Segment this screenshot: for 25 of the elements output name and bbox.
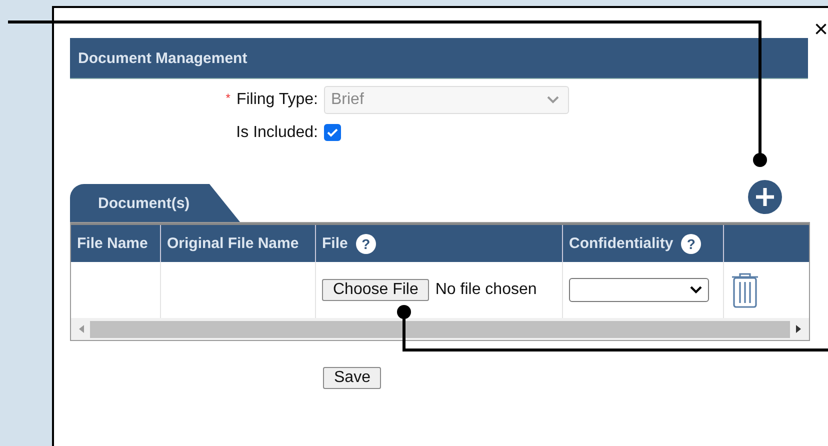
chevron-down-icon	[546, 94, 560, 104]
horizontal-scrollbar[interactable]	[71, 318, 809, 340]
is-included-label: Is Included:	[235, 124, 319, 142]
column-title: File	[322, 235, 348, 252]
help-icon[interactable]: ?	[356, 234, 376, 254]
file-status: No file chosen	[435, 281, 537, 299]
scroll-right-icon[interactable]	[796, 325, 801, 333]
checkmark-icon	[327, 128, 338, 137]
section-title: Document Management	[78, 50, 248, 66]
help-icon[interactable]: ?	[681, 234, 702, 254]
column-title: File Name	[77, 235, 148, 252]
confidentiality-select[interactable]	[569, 278, 709, 302]
required-marker: *	[226, 90, 230, 104]
filing-type-label: * Filing Type:	[224, 90, 319, 108]
chevron-down-icon	[690, 286, 702, 294]
column-title: Original File Name	[167, 235, 299, 252]
add-icon[interactable]	[748, 180, 782, 214]
scroll-left-icon[interactable]	[79, 325, 84, 333]
trash-icon[interactable]	[730, 272, 760, 308]
documents-tab[interactable]: Document(s)	[70, 184, 240, 222]
is-included-checkbox[interactable]	[324, 124, 341, 141]
choose-file-button[interactable]: Choose File	[322, 279, 430, 301]
save-button[interactable]: Save	[323, 367, 382, 389]
column-title: Confidentiality	[569, 235, 674, 252]
close-button[interactable]: ×	[814, 18, 828, 42]
